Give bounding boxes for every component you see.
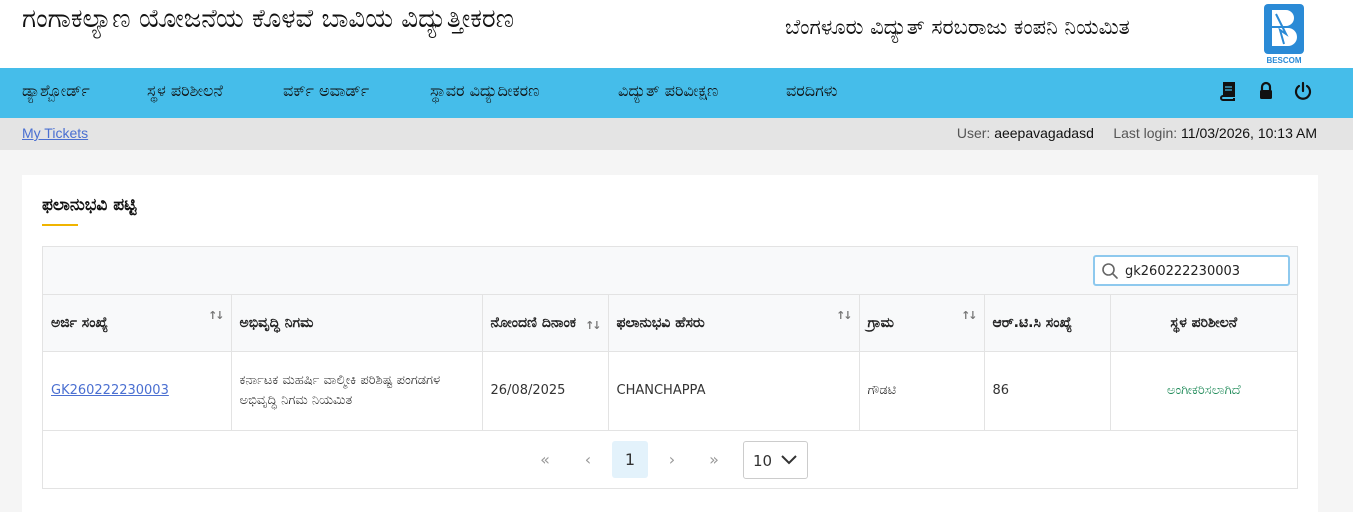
last-page-button[interactable]: » [696, 441, 732, 478]
beneficiary-table: ಅರ್ಜಿ ಸಂಖ್ಯೆ ↑↓ ಅಭಿವೃದ್ಧಿ ನಿಗಮ ನೋಂದಣಿ ದಿನ… [43, 294, 1297, 431]
search-icon [1102, 263, 1118, 279]
first-page-button[interactable]: « [527, 441, 563, 478]
app-title: ಗಂಗಾಕಲ್ಯಾಣ ಯೋಜನೆಯ ಕೊಳವೆ ಬಾವಿಯ ವಿದ್ಯುತ್ತೀ… [22, 4, 515, 34]
cell-reg-date: 26/08/2025 [482, 351, 609, 431]
user-label: User: [956, 125, 991, 141]
pagination: « ‹ 1 › » 10 [43, 430, 1297, 488]
company-name: ಬೆಂಗಳೂರು ವಿದ್ಯುತ್ ಸರಬರಾಜು ಕಂಪನಿ ನಿಯಮಿತ [785, 15, 1130, 39]
cell-beneficiary: CHANCHAPPA [608, 351, 860, 431]
cell-corporation: ಕರ್ನಾಟಕ ಮಹರ್ಷಿ ವಾಲ್ಮೀಕಿ ಪರಿಶಿಷ್ಟ ಪಂಗಡಗಳ … [231, 351, 483, 431]
book-icon[interactable] [1218, 81, 1238, 101]
cell-application-no: GK260222230003 [43, 351, 232, 431]
search-input[interactable] [1125, 261, 1285, 281]
table-container: ಅರ್ಜಿ ಸಂಖ್ಯೆ↑↓ ಅಭಿವೃದ್ಧಿ ನಿಗಮ ನೋಂದಣಿ ದಿನ… [42, 246, 1298, 489]
sort-icon[interactable]: ↑↓ [836, 309, 853, 322]
col-beneficiary[interactable]: ಫಲಾನುಭವಿ ಹೆಸರು ↑↓ [608, 294, 860, 352]
search-box[interactable] [1093, 255, 1290, 286]
col-rtc-no: ಆರ್.ಟಿ.ಸಿ ಸಂಖ್ಯೆ [984, 294, 1111, 352]
nav-reports[interactable]: ವರದಿಗಳು [786, 81, 838, 101]
page-1-button[interactable]: 1 [612, 441, 648, 478]
main-nav: ಡ್ಯಾಶ್ಬೋರ್ಡ್ ಸ್ಥಳ ಪರಿಶೀಲನೆ ವರ್ಕ್ ಅವಾರ್ಡ್… [0, 68, 1353, 118]
my-tickets-link[interactable]: My Tickets [22, 125, 88, 141]
nav-plant-electrification[interactable]: ಸ್ಥಾವರ ವಿದ್ಯುದೀಕರಣ [430, 81, 540, 101]
sort-icon[interactable]: ↑↓ [208, 309, 225, 322]
nav-site-inspection[interactable]: ಸ್ಥಳ ಪರಿಶೀಲನೆ [147, 81, 223, 101]
col-site-inspection: ಸ್ಥಳ ಪರಿಶೀಲನೆ [1110, 294, 1297, 352]
last-login-value: 11/03/2026, 10:13 AM [1181, 125, 1317, 141]
user-info: User: aeepavagadasd Last login: 11/03/20… [957, 125, 1317, 141]
logo-text: BESCOM [1266, 56, 1301, 65]
power-icon[interactable] [1293, 81, 1313, 101]
nav-work-award[interactable]: ವರ್ಕ್ ಅವಾರ್ಡ್ [283, 81, 369, 101]
title-underline [42, 224, 78, 226]
last-login-label: Last login: [1113, 125, 1178, 141]
sort-icon[interactable]: ↑↓ [961, 309, 978, 322]
table-row: GK260222230003 ಕರ್ನಾಟಕ ಮಹರ್ಷಿ ವಾಲ್ಮೀಕಿ ಪ… [43, 351, 1297, 431]
bescom-logo: BESCOM [1258, 0, 1310, 66]
application-link[interactable]: GK260222230003 [51, 383, 169, 398]
cell-site-inspection-status: ಅಂಗೀಕರಿಸಲಾಗಿದೆ [1110, 351, 1297, 431]
col-corporation: ಅಭಿವೃದ್ಧಿ ನಿಗಮ [231, 294, 483, 352]
nav-dashboard[interactable]: ಡ್ಯಾಶ್ಬೋರ್ಡ್ [22, 81, 90, 101]
col-village[interactable]: ಗ್ರಾಮ ↑↓ [859, 294, 985, 352]
cell-rtc-no: 86 [984, 351, 1111, 431]
page-size-select[interactable]: 10 [743, 441, 808, 479]
sub-bar: My Tickets User: aeepavagadasd Last logi… [0, 118, 1353, 150]
sort-icon[interactable]: ↑↓ [585, 319, 602, 332]
beneficiary-card: ಫಲಾನುಭವಿ ಪಟ್ಟಿ ಅರ್ಜಿ ಸಂಖ್ಯೆ↑↓ ಅಭಿವೃದ್ಧಿ … [22, 175, 1318, 512]
page-size-value: 10 [753, 452, 773, 470]
cell-village: ಗೌಡಟಿ [859, 351, 985, 431]
lock-icon[interactable] [1256, 81, 1276, 101]
card-title: ಫಲಾನುಭವಿ ಪಟ್ಟಿ [42, 195, 137, 215]
nav-electrical-inspection[interactable]: ವಿದ್ಯುತ್ ಪರಿವೀಕ್ಷಣ [618, 81, 718, 101]
prev-page-button[interactable]: ‹ [570, 441, 606, 478]
user-value: aeepavagadasd [994, 125, 1094, 141]
table-header-row: ಅರ್ಜಿ ಸಂಖ್ಯೆ ↑↓ ಅಭಿವೃದ್ಧಿ ನಿಗಮ ನೋಂದಣಿ ದಿನ… [43, 294, 1297, 352]
next-page-button[interactable]: › [654, 441, 690, 478]
chevron-down-icon [781, 455, 797, 465]
app-header: ಗಂಗಾಕಲ್ಯಾಣ ಯೋಜನೆಯ ಕೊಳವೆ ಬಾವಿಯ ವಿದ್ಯುತ್ತೀ… [0, 0, 1353, 68]
col-reg-date[interactable]: ನೋಂದಣಿ ದಿನಾಂಕ ↑↓ [482, 294, 609, 352]
col-application-no[interactable]: ಅರ್ಜಿ ಸಂಖ್ಯೆ ↑↓ [43, 294, 232, 352]
